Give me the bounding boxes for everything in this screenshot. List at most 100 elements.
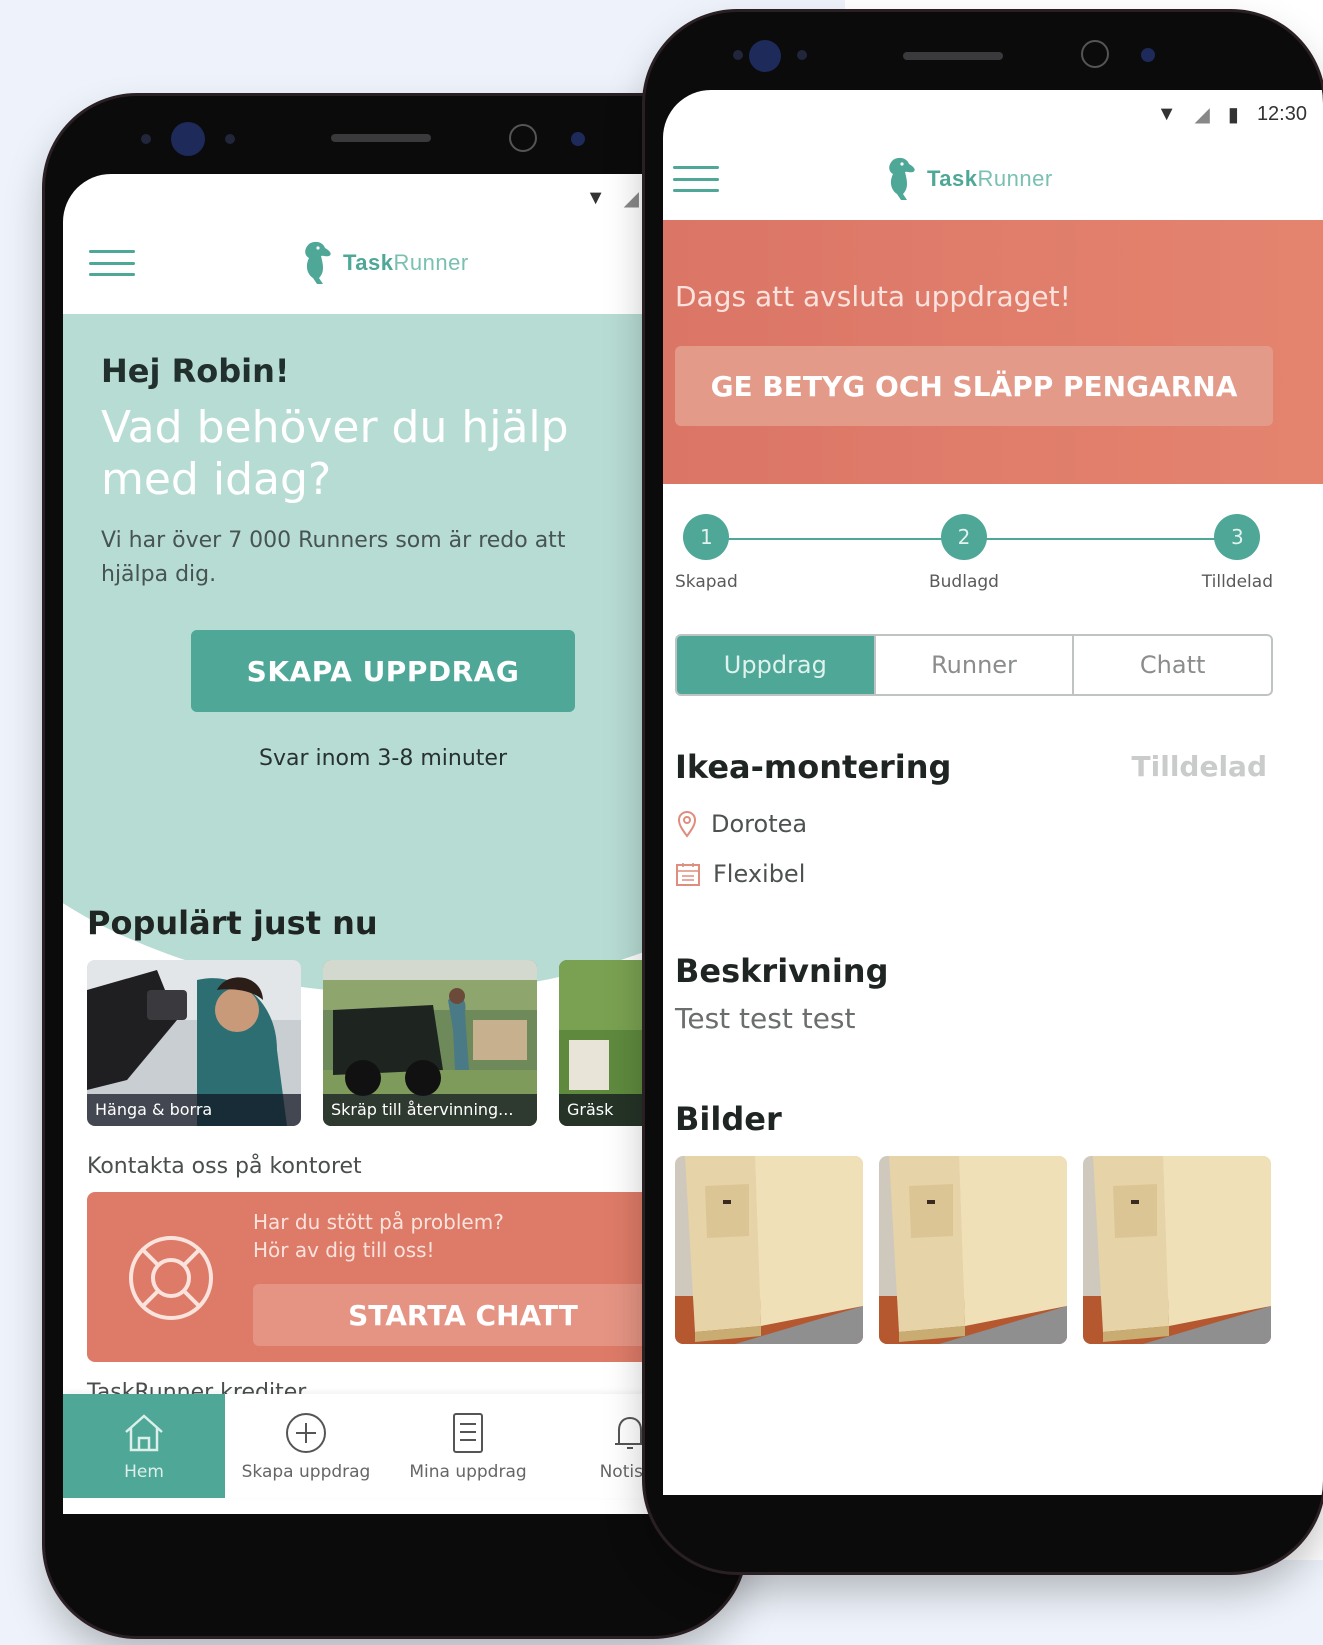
sensor-dot [571, 132, 585, 146]
status-bar: ▼ ◢ ▮ [63, 174, 728, 224]
tab-task[interactable]: Uppdrag [677, 636, 874, 694]
date-text: Flexibel [713, 860, 806, 888]
sensor-dot [797, 50, 807, 60]
help-line-1: Har du stött på problem? [253, 1210, 504, 1234]
logo-light: Runner [977, 166, 1053, 191]
help-line-2: Hör av dig till oss! [253, 1238, 435, 1262]
lifebuoy-icon [129, 1236, 213, 1320]
task-status: Tilldelad [1131, 750, 1267, 783]
card-label: Hänga & borra [87, 1094, 301, 1126]
step-label: Budlagd [929, 572, 999, 592]
clipboard-icon [453, 1413, 483, 1453]
speaker-grille [903, 52, 1003, 60]
sensor-dot [141, 134, 151, 144]
alert-text: Dags att avsluta uppdraget! [675, 280, 1071, 313]
menu-icon[interactable] [673, 166, 719, 192]
task-location: Dorotea [675, 810, 807, 838]
progress-stepper: 1 Skapad 2 Budlagd 3 Tilldelad [675, 514, 1273, 604]
sensor-dot [733, 50, 743, 60]
nav-label: Mina uppdrag [409, 1462, 527, 1482]
contact-label: Kontakta oss på kontoret [87, 1154, 362, 1179]
task-images [675, 1156, 1271, 1344]
bottom-nav: Hem Skapa uppdrag Mina uppdrag Notiser [63, 1394, 728, 1498]
step-label: Skapad [675, 572, 738, 592]
card-label: Skräp till återvinning... [323, 1094, 537, 1126]
status-time: 12:30 [1256, 103, 1307, 125]
wardrobe-photo [675, 1156, 863, 1344]
left-phone: ▼ ◢ ▮ TaskRunner Hej Robin! Vad behöver … [45, 96, 745, 1636]
sensor-dot [1141, 48, 1155, 62]
images-heading: Bilder [675, 1100, 782, 1138]
signal-icon: ◢ [623, 188, 639, 210]
step-number: 3 [1214, 514, 1261, 560]
step-created: 1 Skapad [675, 514, 738, 592]
front-camera [171, 122, 205, 156]
logo-bold: Task [343, 250, 394, 275]
completion-alert: Dags att avsluta uppdraget! GE BETYG OCH… [663, 220, 1323, 484]
task-image[interactable] [675, 1156, 863, 1344]
proximity-sensor [509, 124, 537, 152]
location-pin-icon [677, 810, 697, 838]
step-assigned: 3 Tilldelad [1202, 514, 1273, 592]
proximity-sensor [1081, 40, 1109, 68]
task-date: Flexibel [675, 860, 805, 888]
reply-time-text: Svar inom 3-8 minuter [258, 746, 507, 771]
tab-runner[interactable]: Runner [873, 636, 1073, 694]
wifi-icon: ▼ [1156, 103, 1177, 125]
help-card: Har du stött på problem? Hör av dig till… [87, 1192, 728, 1362]
speaker-grille [331, 134, 431, 142]
nav-create-task[interactable]: Skapa uppdrag [225, 1394, 387, 1498]
wardrobe-photo [879, 1156, 1067, 1344]
rate-and-release-button[interactable]: GE BETYG OCH SLÄPP PENGARNA [675, 346, 1273, 426]
create-task-button[interactable]: SKAPA UPPDRAG [191, 630, 575, 712]
home-icon [125, 1414, 163, 1452]
calendar-icon [676, 863, 700, 886]
nav-my-tasks[interactable]: Mina uppdrag [387, 1394, 549, 1498]
logo-light: Runner [393, 250, 469, 275]
taskrunner-logo: TaskRunner [299, 240, 469, 286]
wardrobe-photo [1083, 1156, 1271, 1344]
app-header: TaskRunner [663, 140, 1323, 220]
right-screen: ▼ ◢ ▮ 12:30 TaskRunner Dags att avsluta … [663, 90, 1323, 1495]
step-label: Tilldelad [1201, 572, 1273, 592]
greeting: Hej Robin! [101, 352, 290, 390]
popular-title: Populärt just nu [87, 904, 378, 942]
status-bar: ▼ ◢ ▮ 12:30 [663, 90, 1323, 140]
start-chat-button[interactable]: STARTA CHATT [253, 1284, 673, 1346]
step-bid: 2 Budlagd [929, 514, 999, 592]
front-camera [749, 40, 781, 72]
popular-card[interactable]: Skräp till återvinning... [323, 960, 537, 1126]
description-heading: Beskrivning [675, 952, 889, 990]
runner-mascot-icon [889, 157, 915, 200]
popular-card[interactable]: Hänga & borra [87, 960, 301, 1126]
phone-top-bezel [645, 12, 1323, 92]
signal-icon: ◢ [1194, 104, 1210, 126]
plus-circle-icon [286, 1413, 326, 1453]
phone-top-bezel [45, 96, 745, 176]
background-panel-bottom [845, 1560, 1323, 1645]
task-image[interactable] [879, 1156, 1067, 1344]
step-number: 2 [940, 514, 987, 560]
task-tabs: Uppdrag Runner Chatt [675, 634, 1273, 696]
left-screen: ▼ ◢ ▮ TaskRunner Hej Robin! Vad behöver … [63, 174, 728, 1514]
popular-cards: Hänga & borra Skräp till återvinning... [87, 960, 728, 1126]
taskrunner-logo: TaskRunner [883, 156, 1053, 202]
right-phone: ▼ ◢ ▮ 12:30 TaskRunner Dags att avsluta … [645, 12, 1323, 1572]
description-text: Test test test [675, 1002, 856, 1035]
battery-icon: ▮ [1227, 104, 1239, 126]
help-text: Har du stött på problem? Hör av dig till… [253, 1208, 504, 1264]
runner-mascot-icon [305, 241, 331, 284]
logo-bold: Task [927, 166, 978, 191]
app-header: TaskRunner [63, 224, 728, 304]
task-title: Ikea-montering [675, 748, 952, 786]
menu-icon[interactable] [89, 250, 135, 276]
tab-chat[interactable]: Chatt [1072, 636, 1271, 694]
task-image[interactable] [1083, 1156, 1271, 1344]
nav-label: Hem [124, 1462, 164, 1482]
nav-label: Skapa uppdrag [241, 1462, 371, 1482]
sensor-dot [225, 134, 235, 144]
hero-subtitle: Vi har över 7 000 Runners som är redo at… [101, 528, 566, 587]
nav-home[interactable]: Hem [63, 1394, 225, 1498]
location-text: Dorotea [711, 810, 808, 838]
step-number: 1 [683, 514, 730, 560]
